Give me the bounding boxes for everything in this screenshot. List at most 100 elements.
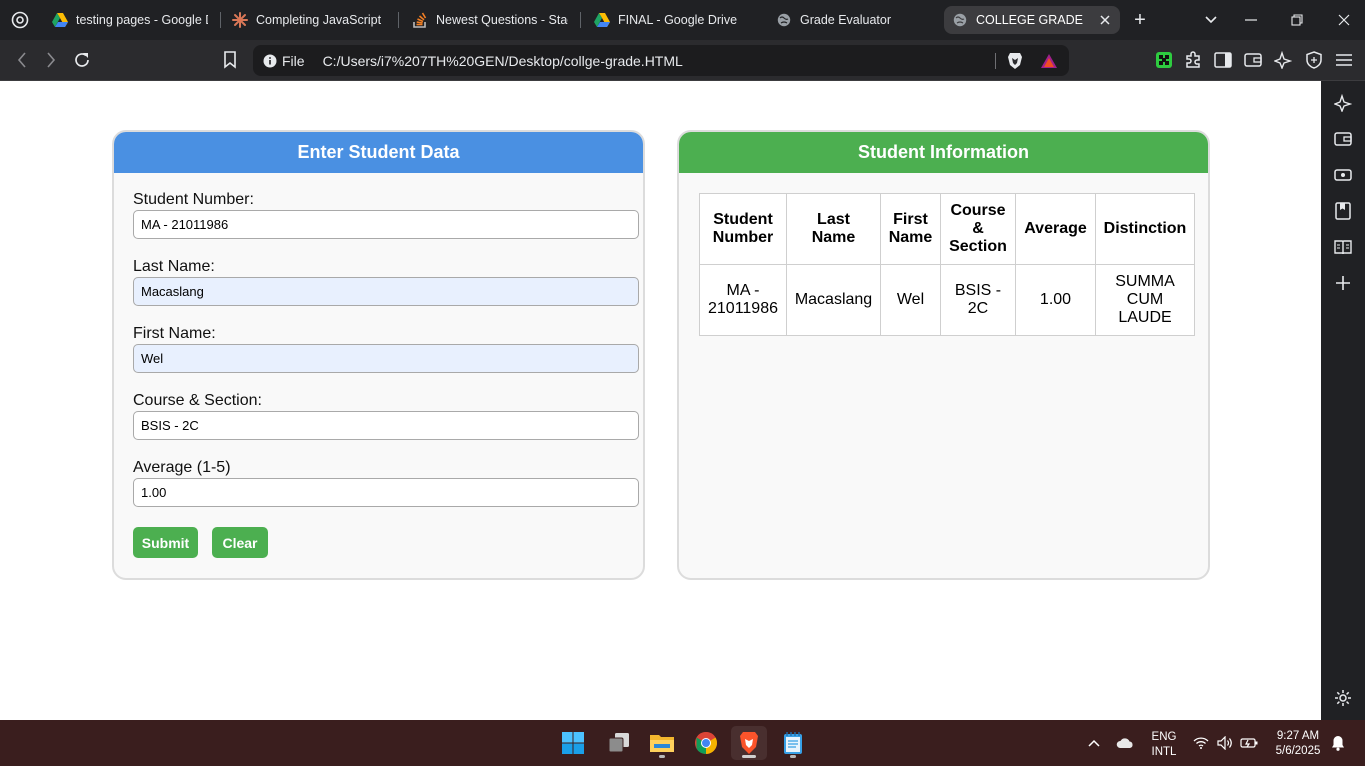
brave-rewards-icon[interactable] (1039, 51, 1059, 71)
tab-stack-overflow[interactable]: Newest Questions - Stack (404, 6, 576, 34)
tab-college-grade[interactable]: COLLEGE GRADE (944, 6, 1120, 34)
student-form-card: Enter Student Data Student Number: MA - … (112, 130, 645, 580)
tab-completing-javascript[interactable]: Completing JavaScript C (224, 6, 392, 34)
brave-button[interactable] (731, 726, 767, 760)
volume-icon[interactable] (1216, 734, 1234, 752)
stackoverflow-icon (412, 12, 428, 28)
tab-separator (580, 12, 581, 28)
new-tab-button[interactable]: + (1126, 6, 1154, 34)
leo-ai-sidebar-icon[interactable] (1333, 93, 1353, 113)
tab-title: testing pages - Google D (76, 13, 208, 27)
cell-line: BSIS - (954, 282, 1002, 299)
course-section-input[interactable]: BSIS - 2C (133, 411, 639, 440)
close-window-icon[interactable] (1330, 6, 1358, 34)
close-tab-icon[interactable] (1096, 11, 1114, 29)
notepad-button[interactable] (775, 726, 811, 760)
chrome-button[interactable] (688, 726, 724, 760)
cell-course-section: BSIS - 2C (940, 264, 1016, 336)
brave-menu-icon[interactable] (6, 6, 34, 34)
bookmark-icon[interactable] (216, 46, 244, 74)
table-header-row: Student Number Last Name First Name Cour… (699, 193, 1195, 265)
extensions-puzzle-icon[interactable] (1179, 46, 1207, 74)
page-viewport: Enter Student Data Student Number: MA - … (0, 81, 1321, 720)
hamburger-menu-icon[interactable] (1330, 46, 1358, 74)
back-arrow-icon[interactable] (8, 46, 36, 74)
header-line: & (972, 220, 984, 237)
notification-bell-icon[interactable] (1329, 734, 1347, 752)
cell-first-name: Wel (880, 264, 941, 336)
cell-line: Macaslang (794, 291, 873, 308)
add-sidebar-item-icon[interactable] (1333, 273, 1353, 293)
battery-charging-icon[interactable] (1240, 734, 1258, 752)
sidebar-toggle-icon[interactable] (1209, 46, 1237, 74)
student-number-input[interactable]: MA - 21011986 (133, 210, 639, 239)
header-line: Average (1024, 220, 1087, 237)
language-indicator[interactable]: ENG INTL (1147, 730, 1181, 760)
average-label: Average (1-5) (133, 459, 231, 476)
language-code: ENG (1151, 731, 1177, 743)
active-indicator (742, 755, 756, 758)
header-student-number: Student Number (699, 193, 787, 265)
task-view-button[interactable] (601, 726, 637, 760)
show-hidden-icons-chevron-icon[interactable] (1085, 734, 1103, 752)
submit-button[interactable]: Submit (133, 527, 198, 558)
tab-title: Newest Questions - Stack (436, 13, 568, 27)
tab-final-google-drive[interactable]: FINAL - Google Drive (586, 6, 756, 34)
tab-search-chevron-icon[interactable] (1197, 6, 1225, 34)
forward-arrow-icon[interactable] (37, 46, 65, 74)
student-info-table-wrap: Student Number Last Name First Name Cour… (699, 193, 1195, 336)
file-explorer-button[interactable] (644, 726, 680, 760)
wallet-icon[interactable] (1239, 46, 1267, 74)
folder-icon (650, 735, 674, 752)
start-button[interactable] (555, 726, 591, 760)
tab-title: COLLEGE GRADE (976, 13, 1083, 27)
header-line: Student (713, 211, 773, 228)
plus-icon: + (1134, 9, 1146, 31)
student-info-table: Student Number Last Name First Name Cour… (699, 193, 1195, 336)
table-row: MA - 21011986 Macaslang Wel BSIS - 2C 1.… (699, 264, 1195, 336)
last-name-label: Last Name: (133, 258, 215, 275)
clear-button[interactable]: Clear (212, 527, 268, 558)
tab-testing-pages[interactable]: testing pages - Google D (44, 6, 216, 34)
form-card-title: Enter Student Data (114, 132, 643, 173)
url-text[interactable]: C:/Users/i7%207TH%20GEN/Desktop/collge-g… (323, 53, 683, 69)
leo-ai-icon[interactable] (1269, 46, 1297, 74)
url-scheme-label: File (282, 52, 305, 69)
omnibox-divider (995, 53, 996, 69)
cell-line: Wel (896, 291, 925, 308)
last-name-input[interactable]: Macaslang (133, 277, 639, 306)
clock-date: 5/6/2025 (1275, 745, 1321, 757)
tab-separator (220, 12, 221, 28)
tab-separator (398, 12, 399, 28)
average-input[interactable]: 1.00 (133, 478, 639, 507)
talk-sidebar-icon[interactable] (1333, 165, 1353, 185)
vpn-shield-icon[interactable] (1300, 46, 1328, 74)
brave-lion-icon (740, 732, 758, 754)
onedrive-cloud-icon[interactable] (1116, 734, 1134, 752)
wifi-icon[interactable] (1192, 734, 1210, 752)
wallet-sidebar-icon[interactable] (1333, 129, 1353, 149)
clock-time: 9:27 AM (1276, 730, 1320, 742)
sidebar-settings-gear-icon[interactable] (1333, 688, 1353, 708)
address-bar[interactable]: File C:/Users/i7%207TH%20GEN/Desktop/col… (253, 45, 1069, 76)
header-average: Average (1015, 193, 1096, 265)
cell-line: MA - (726, 282, 760, 299)
reload-icon[interactable] (68, 46, 96, 74)
tab-grade-evaluator[interactable]: Grade Evaluator (768, 6, 938, 34)
google-drive-icon (594, 12, 610, 28)
info-icon[interactable] (263, 54, 277, 68)
cell-student-number: MA - 21011986 (699, 264, 787, 336)
minimize-icon[interactable] (1237, 6, 1265, 34)
extension-green-icon[interactable] (1150, 46, 1178, 74)
student-number-label: Student Number: (133, 191, 254, 208)
tab-title: FINAL - Google Drive (618, 13, 738, 27)
header-line: Number (712, 229, 774, 246)
system-clock[interactable]: 9:27 AM 5/6/2025 (1268, 729, 1328, 759)
running-indicator (659, 755, 665, 758)
first-name-input[interactable]: Wel (133, 344, 639, 373)
bookmarks-sidebar-icon[interactable] (1333, 201, 1353, 221)
header-line: Name (811, 229, 856, 246)
brave-shields-icon[interactable] (1005, 51, 1025, 71)
reading-list-sidebar-icon[interactable] (1333, 237, 1353, 257)
restore-icon[interactable] (1283, 6, 1311, 34)
